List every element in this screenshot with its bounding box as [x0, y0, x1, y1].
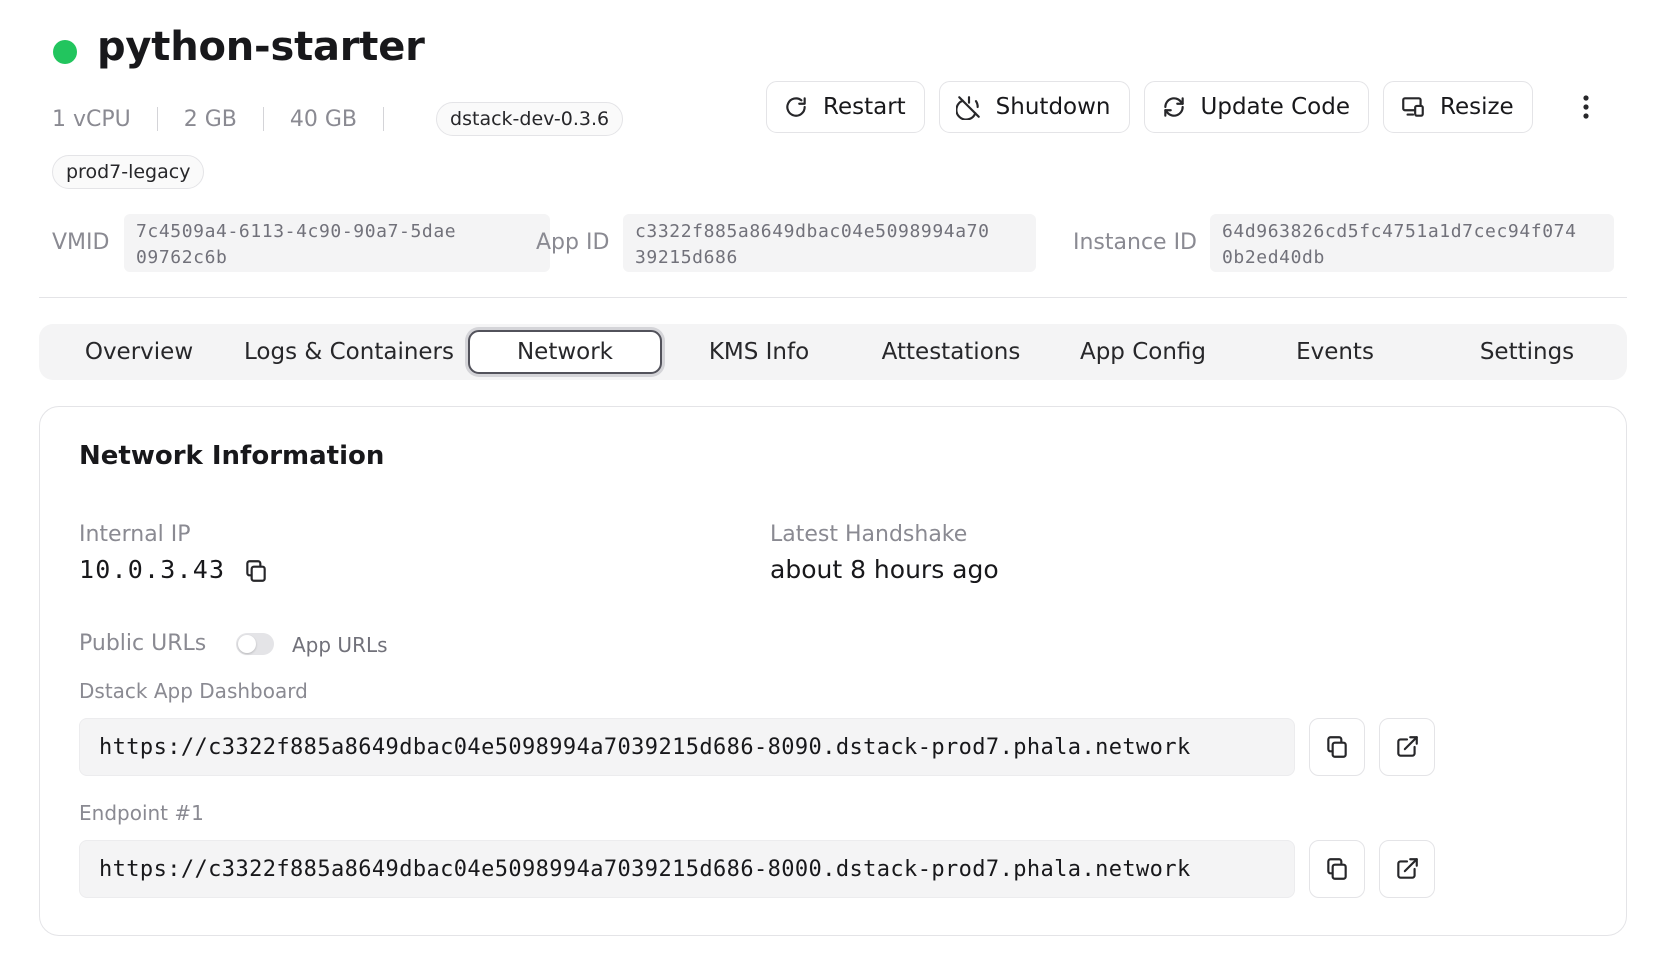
- vmid-label: VMID: [52, 230, 110, 255]
- latest-handshake-label: Latest Handshake: [770, 522, 968, 547]
- tab-kms-info[interactable]: KMS Info: [667, 330, 851, 374]
- vmid-line-2: 09762c6b: [136, 247, 228, 268]
- disk-spec: 40 GB: [289, 106, 358, 132]
- power-off-icon: [955, 96, 980, 120]
- image-version-badge: dstack-dev-0.3.6: [436, 102, 624, 136]
- refresh-icon: [1163, 97, 1184, 117]
- restart-button[interactable]: Restart: [766, 81, 925, 133]
- app-id-line-1: c3322f885a8649dbac04e5098994a70: [635, 221, 990, 242]
- tab-bar: Overview Logs & Containers Network KMS I…: [39, 324, 1627, 380]
- update-code-label: Update Code: [1200, 94, 1351, 120]
- tab-settings[interactable]: Settings: [1435, 330, 1619, 374]
- instance-id-label: Instance ID: [1073, 230, 1197, 255]
- app-id-line-2: 39215d686: [635, 247, 738, 268]
- resize-button[interactable]: Resize: [1383, 81, 1533, 133]
- endpoint-label: Dstack App Dashboard: [79, 679, 308, 703]
- network-information-card: Network Information Internal IP 10.0.3.4…: [39, 406, 1627, 936]
- app-id-value: c3322f885a8649dbac04e5098994a70 39215d68…: [623, 214, 1036, 272]
- app-id-label: App ID: [536, 230, 610, 255]
- endpoint-url-field[interactable]: https://c3322f885a8649dbac04e5098994a703…: [79, 840, 1295, 898]
- app-title: python-starter: [97, 24, 425, 70]
- card-title: Network Information: [79, 441, 385, 471]
- more-vertical-icon: [1583, 95, 1589, 119]
- vmid-value: 7c4509a4-6113-4c90-90a7-5dae 09762c6b: [124, 214, 550, 272]
- tab-logs-containers[interactable]: Logs & Containers: [235, 330, 463, 374]
- tab-network[interactable]: Network: [468, 330, 662, 374]
- tab-events[interactable]: Events: [1243, 330, 1427, 374]
- tab-attestations[interactable]: Attestations: [859, 330, 1043, 374]
- spec-divider: [156, 107, 158, 131]
- tab-app-config[interactable]: App Config: [1051, 330, 1235, 374]
- copy-url-button[interactable]: [1309, 718, 1365, 776]
- endpoint-label: Endpoint #1: [79, 801, 204, 825]
- public-urls-label: Public URLs: [79, 631, 207, 656]
- external-link-icon: [1397, 736, 1418, 757]
- app-urls-toggle[interactable]: [236, 633, 274, 655]
- instance-id-line-1: 64d963826cd5fc4751a1d7cec94f074: [1222, 221, 1577, 242]
- copy-icon: [1327, 858, 1347, 880]
- vcpu-spec: 1 vCPU: [52, 106, 131, 132]
- shutdown-button[interactable]: Shutdown: [938, 81, 1130, 133]
- app-urls-toggle-label: App URLs: [292, 633, 388, 657]
- vmid-line-1: 7c4509a4-6113-4c90-90a7-5dae: [136, 221, 457, 242]
- internal-ip-label: Internal IP: [79, 522, 191, 547]
- open-url-button[interactable]: [1379, 840, 1435, 898]
- action-toolbar: Restart Shutdown Update Code Resize: [766, 81, 1533, 133]
- cluster-tag-badge: prod7-legacy: [52, 155, 205, 189]
- latest-handshake-value: about 8 hours ago: [770, 555, 999, 584]
- resize-label: Resize: [1440, 94, 1514, 120]
- spec-divider: [383, 107, 385, 131]
- open-url-button[interactable]: [1379, 718, 1435, 776]
- spec-divider: [262, 107, 264, 131]
- header-divider: [39, 297, 1627, 298]
- instance-id-line-2: 0b2ed40db: [1222, 247, 1325, 268]
- resize-icon: [1402, 97, 1424, 117]
- status-indicator: [53, 40, 77, 64]
- instance-id-value: 64d963826cd5fc4751a1d7cec94f074 0b2ed40d…: [1210, 214, 1614, 272]
- restart-label: Restart: [823, 94, 906, 120]
- internal-ip-value: 10.0.3.43: [79, 555, 226, 584]
- copy-ip-icon[interactable]: [243, 558, 269, 584]
- external-link-icon: [1397, 858, 1418, 879]
- toggle-knob: [238, 635, 256, 653]
- resource-specs: 1 vCPU 2 GB 40 GB dstack-dev-0.3.6: [52, 102, 624, 136]
- endpoint-url-field[interactable]: https://c3322f885a8649dbac04e5098994a703…: [79, 718, 1295, 776]
- memory-spec: 2 GB: [183, 106, 237, 132]
- update-code-button[interactable]: Update Code: [1143, 81, 1370, 133]
- copy-icon: [1327, 736, 1347, 758]
- shutdown-label: Shutdown: [995, 94, 1111, 120]
- more-options-button[interactable]: [1572, 92, 1600, 122]
- copy-url-button[interactable]: [1309, 840, 1365, 898]
- identifier-row: VMID 7c4509a4-6113-4c90-90a7-5dae 09762c…: [52, 214, 1614, 272]
- restart-icon: [786, 97, 806, 117]
- tab-overview[interactable]: Overview: [49, 330, 229, 374]
